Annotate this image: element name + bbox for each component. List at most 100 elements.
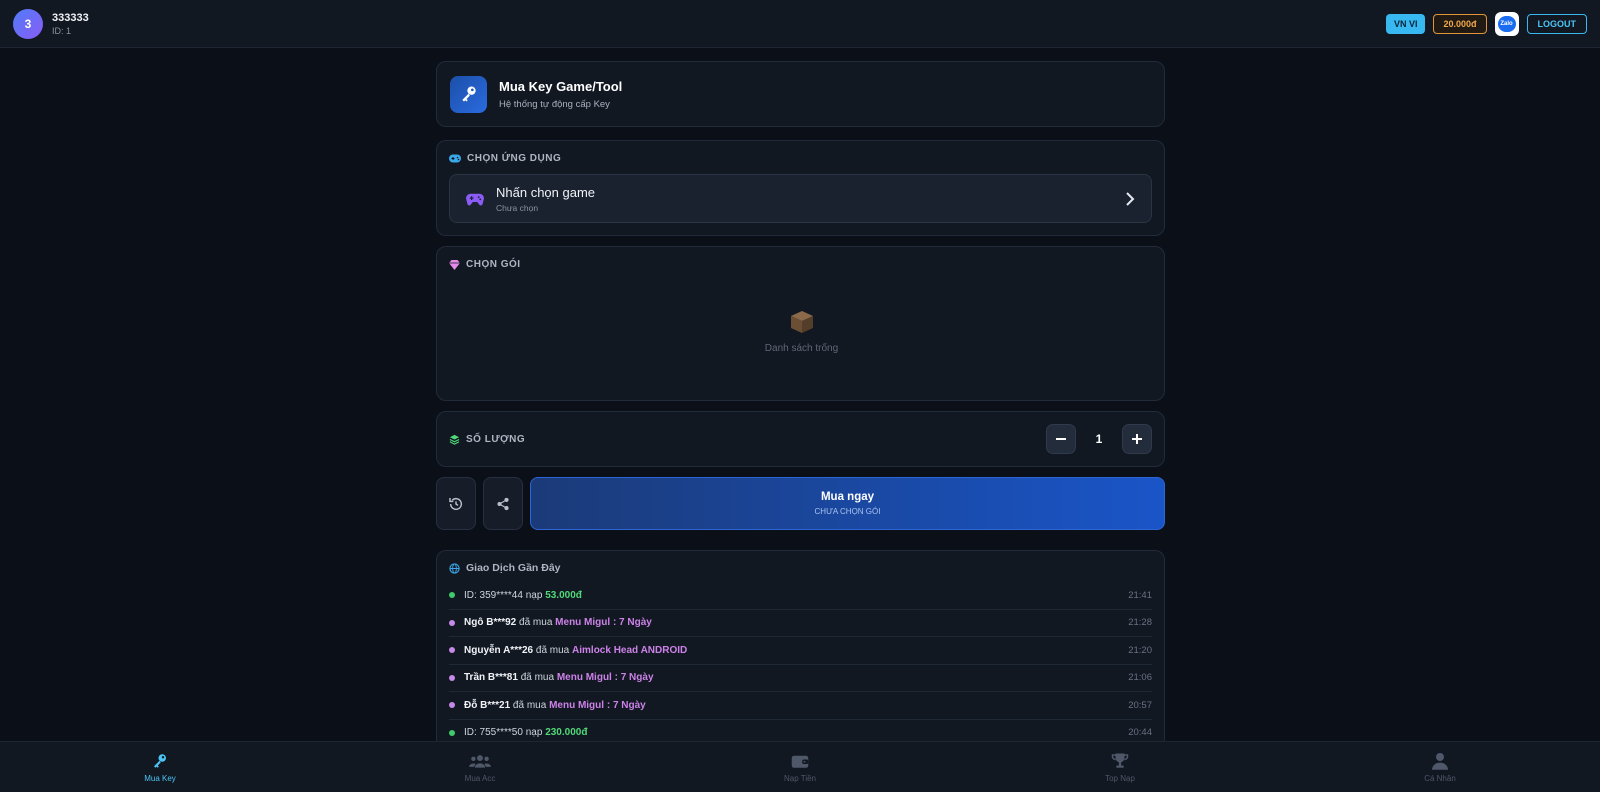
language-button[interactable]: VN VI [1385,13,1426,34]
users-icon [469,751,491,771]
diamond-icon [449,259,460,270]
table-row: Trần B***81 đã mua Menu Migul : 7 Ngày 21… [449,665,1152,692]
game-select-text: Nhấn chọn game Chưa chọn [496,185,595,213]
history-icon [449,497,463,510]
recent-transactions-card: Giao Dịch Gần Đây ID: 359****44 nạp 53.0… [436,550,1165,750]
quantity-header: SỐ LƯỢNG [449,434,525,445]
zalo-button[interactable]: Zalo [1494,11,1519,36]
status-dot [449,702,455,709]
app-select-card: CHỌN ỨNG DỤNG Nhấn chọn game Chưa chọn [436,140,1165,236]
hero-card: Mua Key Game/Tool Hệ thống tự động cấp K… [436,61,1165,127]
quantity-value[interactable]: 1 [1076,432,1122,446]
tx-user: ID: 755****50 [464,727,523,739]
tx-time: 20:44 [1128,727,1152,739]
tx-value: 230.000đ [545,727,588,739]
tx-action: đã mua [533,644,573,656]
recent-transactions-header: Giao Dịch Gần Đây [449,562,1152,574]
user-info: 333333 ID: 1 [52,12,89,36]
table-row: Đỗ B***21 đã mua Menu Migul : 7 Ngày 20:5… [449,692,1152,720]
top-bar: 3 333333 ID: 1 VN VI 20.000đ Zalo LOGOUT [0,0,1600,48]
nav-item-trophy[interactable]: Top Nạp [960,742,1280,792]
status-dot [449,592,455,599]
nav-item-wallet[interactable]: Nạp Tiền [640,742,960,792]
status-dot [449,647,455,654]
app-select-label: CHỌN ỨNG DỤNG [467,153,562,164]
bottom-nav: Mua Key Mua Acc Nạp Tiền Top Nạp Cá Nhân [0,741,1600,792]
username: 333333 [52,11,89,24]
tx-action: nạp [522,589,546,601]
page-title: Mua Key Game/Tool [499,78,623,94]
tx-value: Menu Migul : 7 Ngày [555,617,652,629]
avatar[interactable]: 3 [13,8,43,39]
user-id: ID: 1 [52,25,72,36]
nav-label: Nạp Tiền [783,774,817,783]
nav-label: Mua Acc [464,774,496,783]
transaction-list: ID: 359****44 nạp 53.000đ 21:41 Ngô B***92… [449,582,1152,747]
logout-button[interactable]: LOGOUT [1526,13,1587,34]
recent-transactions-label: Giao Dịch Gần Đây [466,562,561,574]
tx-time: 21:20 [1128,644,1152,656]
status-dot [449,729,455,736]
tx-value: Menu Migul : 7 Ngày [556,672,654,684]
table-row: ID: 359****44 nạp 53.000đ 21:41 [449,582,1152,610]
tx-user: Nguyễn A***26 [464,644,534,656]
nav-item-users[interactable]: Mua Acc [320,742,640,792]
nav-label: Cá Nhân [1424,774,1456,783]
tx-time: 21:06 [1128,672,1152,684]
tx-time: 21:28 [1128,617,1152,629]
quantity-stepper: 1 [1046,424,1152,454]
quantity-card: SỐ LƯỢNG 1 [436,411,1165,467]
package-label: CHỌN GÓI [466,259,521,270]
page-subtitle: Hệ thống tự động cấp Key [499,98,610,110]
tx-user: Trần B***81 [464,672,518,684]
action-row: Mua ngay CHƯA CHỌN GÓI [436,477,1165,530]
plus-icon [1132,434,1142,444]
game-select[interactable]: Nhấn chọn game Chưa chọn [449,174,1152,223]
nav-label: Top Nạp [1105,774,1135,783]
balance-button[interactable]: 20.000đ [1433,13,1487,34]
tx-value: Menu Migul : 7 Ngày [549,699,646,711]
tx-value: 53.000đ [545,589,582,601]
avatar-initial: 3 [24,16,32,31]
trophy-icon [1111,751,1129,771]
quantity-label: SỐ LƯỢNG [466,433,526,445]
zalo-icon: Zalo [1497,15,1516,32]
tx-time: 20:57 [1128,699,1152,711]
key-icon [450,75,487,113]
game-select-title: Nhấn chọn game [496,184,596,200]
key-icon [151,751,169,771]
buy-now-status: CHƯA CHỌN GÓI [814,507,881,516]
status-dot [449,619,455,626]
top-actions: VN VI 20.000đ Zalo LOGOUT [1385,11,1587,36]
nav-item-key[interactable]: Mua Key [0,742,320,792]
table-row: Nguyễn A***26 đã mua Aimlock Head ANDROI… [449,637,1152,665]
tx-action: nạp [522,727,546,739]
wallet-icon [791,751,809,771]
hero-text: Mua Key Game/Tool Hệ thống tự động cấp K… [499,79,622,110]
decrement-button[interactable] [1046,424,1076,454]
zalo-label: Zalo [1500,20,1513,27]
tx-action: đã mua [517,672,557,684]
share-button[interactable] [483,477,523,530]
game-select-status: Chưa chọn [496,202,539,213]
layers-icon [449,434,460,445]
user-icon [1432,751,1448,771]
table-row: Ngô B***92 đã mua Menu Migul : 7 Ngày 21:… [449,610,1152,637]
tx-action: đã mua [510,699,550,711]
empty-text: Danh sách trống [764,343,839,354]
package-empty-state: Danh sách trống [437,309,1166,354]
buy-now-button[interactable]: Mua ngay CHƯA CHỌN GÓI [530,477,1165,530]
tx-user: Đỗ B***21 [464,699,511,711]
minus-icon [1056,438,1066,440]
tx-action: đã mua [516,617,556,629]
status-dot [449,674,455,681]
game-controller-icon [466,193,484,205]
history-button[interactable] [436,477,476,530]
increment-button[interactable] [1122,424,1152,454]
tx-value: Aimlock Head ANDROID [572,644,688,656]
box-icon [790,311,813,333]
nav-item-user[interactable]: Cá Nhân [1280,742,1600,792]
tx-user: Ngô B***92 [464,617,517,629]
app-select-header: CHỌN ỨNG DỤNG [449,153,1152,164]
chevron-right-icon [1126,191,1135,206]
